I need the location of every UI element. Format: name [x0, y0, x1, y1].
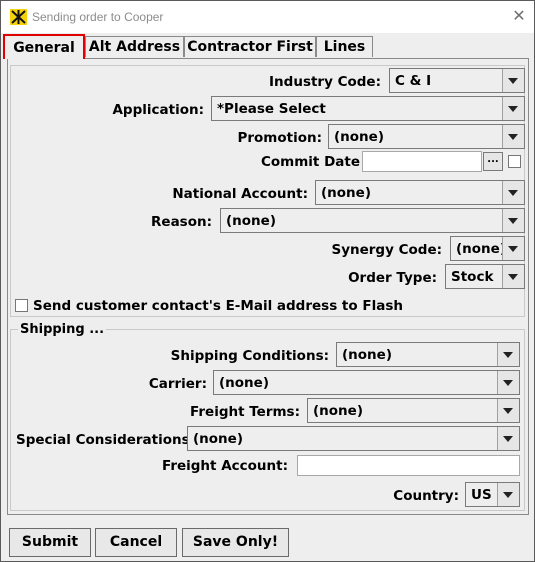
freight-account-field[interactable]: [297, 455, 520, 476]
chevron-down-icon[interactable]: [497, 399, 519, 422]
tab-alt-address[interactable]: Alt Address: [85, 36, 184, 57]
national-account-select[interactable]: (none): [315, 180, 525, 205]
special-considerations-select[interactable]: (none): [187, 426, 520, 451]
country-select[interactable]: US: [465, 482, 520, 507]
date-picker-button[interactable]: ...: [483, 152, 503, 171]
close-icon[interactable]: ✕: [510, 7, 528, 25]
freight-account-label: Freight Account:: [161, 458, 288, 474]
save-only-button[interactable]: Save Only!: [182, 528, 289, 557]
promotion-select[interactable]: (none): [328, 124, 525, 149]
chevron-down-icon[interactable]: [497, 371, 519, 394]
shipping-group-title: Shipping ...: [18, 322, 107, 337]
order-type-select[interactable]: Stock: [445, 264, 525, 289]
synergy-code-value: (none): [456, 241, 506, 257]
special-considerations-value: (none): [193, 431, 243, 447]
chevron-down-icon[interactable]: [502, 97, 524, 120]
send-email-checkbox[interactable]: [15, 299, 28, 312]
reason-value: (none): [226, 213, 276, 229]
carrier-select[interactable]: (none): [213, 370, 520, 395]
carrier-value: (none): [219, 375, 269, 391]
commit-date-checkbox[interactable]: [508, 155, 521, 168]
chevron-down-icon[interactable]: [502, 209, 524, 232]
country-value: US: [471, 487, 492, 503]
app-logo-icon: [10, 9, 27, 25]
chevron-down-icon[interactable]: [502, 125, 524, 148]
chevron-down-icon[interactable]: [502, 181, 524, 204]
cancel-button[interactable]: Cancel: [95, 528, 177, 557]
order-dialog: Sending order to Cooper ✕ General Alt Ad…: [0, 0, 535, 562]
synergy-code-select[interactable]: (none): [450, 236, 525, 261]
title-bar: Sending order to Cooper ✕: [1, 1, 534, 33]
reason-label: Reason:: [151, 214, 212, 230]
commit-date-label: Commit Date: [260, 154, 360, 170]
national-account-value: (none): [321, 185, 371, 201]
shipping-conditions-value: (none): [342, 347, 392, 363]
tab-lines[interactable]: Lines: [316, 36, 373, 57]
special-considerations-label: Special Considerations:: [16, 432, 196, 448]
chevron-down-icon[interactable]: [497, 427, 519, 450]
submit-button[interactable]: Submit: [9, 528, 91, 557]
promotion-label: Promotion:: [237, 130, 322, 146]
country-label: Country:: [393, 488, 459, 504]
application-value: *Please Select: [217, 101, 326, 117]
application-select[interactable]: *Please Select: [211, 96, 525, 121]
synergy-code-label: Synergy Code:: [331, 242, 442, 258]
industry-code-label: Industry Code:: [269, 74, 381, 90]
industry-code-select[interactable]: C & I: [389, 68, 525, 93]
freight-terms-value: (none): [313, 403, 363, 419]
freight-terms-label: Freight Terms:: [190, 404, 300, 420]
tab-contractor-first[interactable]: Contractor First: [184, 36, 316, 57]
national-account-label: National Account:: [172, 186, 308, 202]
commit-date-field[interactable]: [362, 151, 482, 172]
carrier-label: Carrier:: [148, 376, 207, 392]
reason-select[interactable]: (none): [220, 208, 525, 233]
shipping-conditions-select[interactable]: (none): [336, 342, 520, 367]
chevron-down-icon[interactable]: [502, 265, 524, 288]
order-type-value: Stock: [451, 269, 494, 285]
application-label: Application:: [112, 102, 204, 118]
tab-general[interactable]: General: [3, 34, 85, 59]
order-type-label: Order Type:: [348, 270, 437, 286]
window-title: Sending order to Cooper: [32, 10, 164, 24]
freight-terms-select[interactable]: (none): [307, 398, 520, 423]
send-email-label[interactable]: Send customer contact's E-Mail address t…: [33, 298, 403, 314]
shipping-conditions-label: Shipping Conditions:: [170, 348, 329, 364]
chevron-down-icon[interactable]: [497, 483, 519, 506]
industry-code-value: C & I: [395, 73, 432, 89]
promotion-value: (none): [334, 129, 384, 145]
chevron-down-icon[interactable]: [502, 237, 524, 260]
chevron-down-icon[interactable]: [502, 69, 524, 92]
chevron-down-icon[interactable]: [497, 343, 519, 366]
